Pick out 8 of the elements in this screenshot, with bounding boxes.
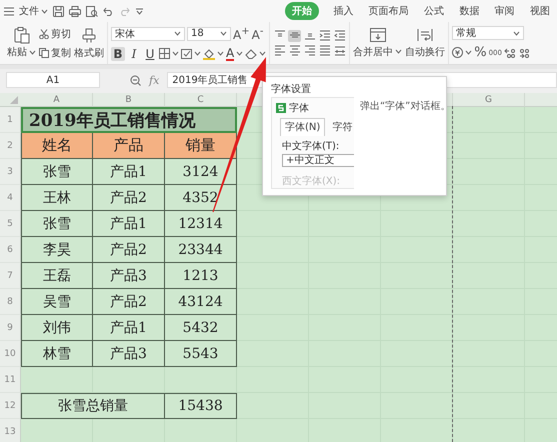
preview-tab-title: 字体(N)	[280, 118, 326, 136]
tooltip-description: 弹出“字体”对话框。	[360, 100, 450, 113]
preview-font-field: +中文正文	[282, 154, 354, 167]
preview-dialog-title: 字体	[289, 102, 309, 115]
preview-field-label: 中文字体(T):	[282, 140, 340, 153]
tooltip-title: 字体设置	[271, 82, 311, 96]
preview-tab-title: 字符	[331, 120, 354, 135]
preview-field-label: 西文字体(X):	[282, 174, 342, 188]
